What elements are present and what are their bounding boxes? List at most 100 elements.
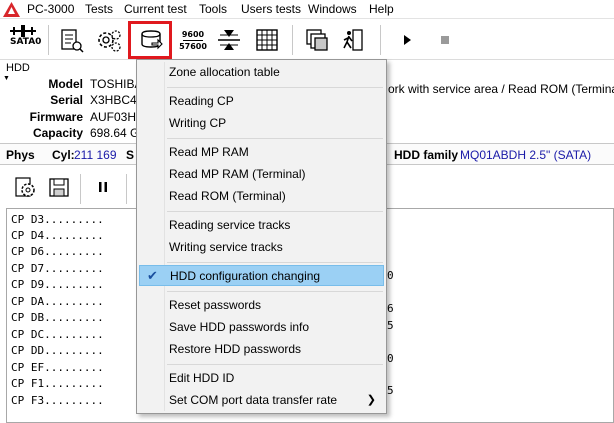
capacity-label: Capacity [32, 126, 83, 140]
toolbar-separator [380, 25, 381, 55]
menu-item-set-com-port-rate[interactable]: Set COM port data transfer rate ❯ [139, 390, 384, 411]
submenu-arrow-icon: ❯ [366, 394, 376, 406]
menu-item-label: Save HDD passwords info [169, 320, 310, 334]
play-button[interactable] [390, 23, 424, 57]
toolbar-separator [292, 25, 293, 55]
menu-item-zone-allocation-table[interactable]: Zone allocation table [139, 62, 384, 83]
gear-icon [15, 177, 35, 197]
log-line: CP D7......... [11, 262, 104, 275]
menu-item-save-hdd-passwords-info[interactable]: Save HDD passwords info [139, 317, 384, 338]
cyl-value: 211 169 [74, 148, 117, 162]
play-icon [404, 35, 411, 45]
utilities-button[interactable] [92, 23, 126, 57]
log-right-mark: 6 [387, 302, 394, 315]
baud-bottom-label: 57600 [179, 41, 207, 51]
model-value: TOSHIBA [90, 77, 136, 91]
pause-icon [99, 182, 107, 192]
model-label: Model [48, 77, 83, 91]
menu-item-label: Writing service tracks [169, 240, 283, 254]
menu-item-edit-hdd-id[interactable]: Edit HDD ID [139, 368, 384, 389]
data-transfer-button[interactable] [212, 23, 246, 57]
log-line: CP DB......... [11, 311, 104, 324]
menu-separator [167, 211, 383, 212]
menu-separator [167, 291, 383, 292]
menu-item-writing-service-tracks[interactable]: Writing service tracks [139, 237, 384, 258]
menu-item-label: Edit HDD ID [169, 371, 235, 385]
menu-item-restore-hdd-passwords[interactable]: Restore HDD passwords [139, 339, 384, 360]
baud-top-label: 9600 [181, 29, 205, 39]
menu-item-label: Writing CP [169, 116, 227, 130]
data-transfer-icon [218, 30, 240, 50]
hdd-family-label: HDD family [394, 148, 459, 162]
hdd-menu-highlight-frame [128, 21, 172, 59]
menu-help[interactable]: Help [369, 2, 394, 16]
menu-item-reset-passwords[interactable]: Reset passwords [139, 295, 384, 316]
menu-item-label: Read MP RAM [169, 145, 249, 159]
stop-icon [441, 36, 449, 44]
door-exit-icon [343, 29, 363, 51]
main-toolbar: SATA0 9600 57600 [0, 20, 614, 60]
menu-item-label: Set COM port data transfer rate [169, 393, 338, 407]
copy-window-icon [306, 29, 328, 51]
log-right-mark: 0 [387, 269, 394, 282]
stop-button[interactable] [428, 23, 462, 57]
firmware-value: AUF03H [90, 110, 136, 124]
menu-item-reading-service-tracks[interactable]: Reading service tracks [139, 215, 384, 236]
log-line: CP D4......... [11, 229, 104, 242]
tests-button[interactable] [54, 23, 88, 57]
menu-item-reading-cp[interactable]: Reading CP [139, 91, 384, 112]
phys-label: Phys [6, 148, 35, 162]
hdd-panel-caption: HDD [6, 62, 30, 74]
capacity-value: 698.64 G [90, 126, 136, 140]
checkmark-icon: ✔ [147, 268, 158, 283]
serial-label: Serial [50, 93, 83, 107]
menu-item-label: Reading service tracks [169, 218, 291, 232]
exit-button[interactable] [336, 23, 370, 57]
menu-windows[interactable]: Windows [308, 2, 357, 16]
log-right-mark: 5 [387, 319, 394, 332]
menu-item-label: Restore HDD passwords [169, 342, 302, 356]
pause-button[interactable] [86, 170, 120, 204]
test-settings-button[interactable] [8, 170, 42, 204]
log-line: CP D9......... [11, 278, 104, 291]
save-log-button[interactable] [42, 170, 76, 204]
s-label: S [126, 148, 135, 162]
menu-users-tests[interactable]: Users tests [241, 2, 301, 16]
toolbar-separator [80, 174, 81, 204]
cyl-label: Cyl: [52, 148, 75, 162]
grid-button[interactable] [250, 23, 284, 57]
log-right-mark: 5 [387, 384, 394, 397]
log-line: CP DC......... [11, 328, 104, 341]
serial-value: X3HBC43 [90, 93, 136, 107]
pc3000-logo-icon [3, 2, 20, 17]
menu-tools[interactable]: Tools [199, 2, 227, 16]
log-line: CP D6......... [11, 245, 104, 258]
menu-item-writing-cp[interactable]: Writing CP [139, 113, 384, 134]
menu-item-read-rom-terminal[interactable]: Read ROM (Terminal) [139, 186, 384, 207]
firmware-label: Firmware [29, 110, 83, 124]
menu-item-hdd-configuration-changing[interactable]: ✔ HDD configuration changing [139, 265, 384, 286]
menu-tests[interactable]: Tests [85, 2, 113, 16]
com-port-speed-button[interactable]: 9600 57600 [176, 23, 210, 57]
gear-icon [98, 30, 121, 52]
log-line: CP EF......... [11, 361, 104, 374]
log-line: CP F1......... [11, 377, 104, 390]
operation-status-text: ork with service area / Read ROM (Termin… [388, 82, 614, 96]
log-line: CP D3......... [11, 213, 104, 226]
menu-item-read-mp-ram[interactable]: Read MP RAM [139, 142, 384, 163]
sata-port-label: SATA0 [10, 37, 42, 47]
menu-item-label: HDD configuration changing [170, 269, 321, 283]
save-disk-icon [49, 178, 69, 197]
grid-icon [256, 29, 278, 51]
toolbar-separator [48, 25, 49, 55]
log-line: CP DD......... [11, 344, 104, 357]
sata-port-icon [10, 25, 36, 37]
menu-item-read-mp-ram-terminal[interactable]: Read MP RAM (Terminal) [139, 164, 384, 185]
menu-pc3000[interactable]: PC-3000 [27, 2, 74, 16]
menu-separator [167, 262, 383, 263]
menu-current-test[interactable]: Current test [124, 2, 187, 16]
toolbar-separator [126, 174, 127, 204]
copy-window-button[interactable] [300, 23, 334, 57]
menu-item-label: Reading CP [169, 94, 234, 108]
menu-item-label: Reset passwords [169, 298, 262, 312]
